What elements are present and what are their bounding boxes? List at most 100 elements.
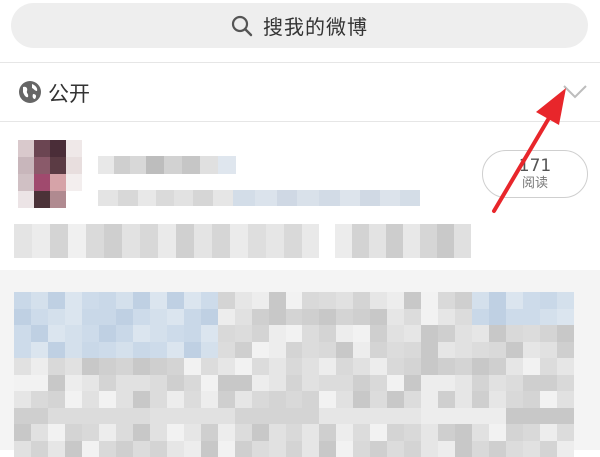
mosaic-cell [302,325,319,342]
mosaic-cell [336,441,353,457]
mosaic-cell [319,408,336,425]
mosaic-cell [455,375,472,392]
read-count-badge[interactable]: 171 阅读 [482,150,588,198]
mosaic-cell [557,358,574,375]
mosaic-cell [14,325,31,342]
mosaic-cell [353,424,370,441]
mosaic-cell [286,375,303,392]
mosaic-cell [302,441,319,457]
mosaic-cell [404,309,421,326]
mosaic-cell [404,391,421,408]
mosaic-cell [489,292,506,309]
mosaic-cell [489,408,506,425]
mosaic-cell [336,391,353,408]
mosaic-cell [455,342,472,359]
mosaic-cell [523,441,540,457]
mosaic-cell [218,375,235,392]
mosaic-cell [201,424,218,441]
mosaic-cell [523,325,540,342]
visibility-selector[interactable]: 公开 [0,63,600,121]
mosaic-cell [455,292,472,309]
mosaic-cell [319,342,336,359]
mosaic-cell [31,342,48,359]
mosaic-cell [65,375,82,392]
mosaic-cell [150,325,167,342]
mosaic-cell [387,441,404,457]
avatar[interactable] [18,140,82,208]
mosaic-cell [438,391,455,408]
mosaic-cell [252,391,269,408]
mosaic-cell [184,358,201,375]
mosaic-cell [438,424,455,441]
mosaic-cell [489,391,506,408]
mosaic-cell [65,325,82,342]
username-blurred[interactable] [98,156,236,174]
mosaic-cell [421,408,438,425]
mosaic-cell [48,375,65,392]
mosaic-cell [184,325,201,342]
mosaic-cell [506,358,523,375]
mosaic-cell [336,325,353,342]
search-bar[interactable]: 搜我的微博 [11,3,588,48]
mosaic-cell [14,358,31,375]
mosaic-cell [421,309,438,326]
mosaic-cell [472,424,489,441]
mosaic-cell [150,342,167,359]
mosaic-cell [421,325,438,342]
mosaic-cell [319,424,336,441]
mosaic-cell [319,375,336,392]
mosaic-cell [540,342,557,359]
mosaic-cell [65,391,82,408]
mosaic-cell [201,441,218,457]
mosaic-cell [370,375,387,392]
mosaic-cell [540,408,557,425]
mosaic-cell [421,292,438,309]
post-meta-blurred [98,190,420,206]
mosaic-cell [218,342,235,359]
mosaic-cell [455,358,472,375]
mosaic-cell [353,309,370,326]
mosaic-cell [82,358,99,375]
mosaic-cell [184,408,201,425]
mosaic-cell [472,325,489,342]
mosaic-cell [353,342,370,359]
mosaic-cell [116,441,133,457]
mosaic-cell [472,358,489,375]
mosaic-cell [489,325,506,342]
mosaic-cell [557,408,574,425]
visibility-label: 公开 [48,78,90,108]
mosaic-cell [133,325,150,342]
mosaic-cell [286,441,303,457]
mosaic-cell [387,292,404,309]
mosaic-cell [218,391,235,408]
mosaic-cell [167,375,184,392]
mosaic-cell [252,358,269,375]
mosaic-cell [99,391,116,408]
mosaic-cell [133,342,150,359]
search-area: 搜我的微博 [0,0,600,62]
mosaic-cell [336,342,353,359]
mosaic-cell [31,424,48,441]
mosaic-cell [235,424,252,441]
mosaic-cell [184,391,201,408]
mosaic-cell [404,408,421,425]
mosaic-cell [184,375,201,392]
mosaic-cell [387,342,404,359]
mosaic-cell [167,292,184,309]
mosaic-cell [387,408,404,425]
mosaic-cell [421,375,438,392]
mosaic-cell [302,424,319,441]
mosaic-cell [99,408,116,425]
mosaic-cell [319,391,336,408]
mosaic-cell [336,309,353,326]
mosaic-cell [286,391,303,408]
mosaic-cell [353,391,370,408]
mosaic-cell [523,309,540,326]
mosaic-cell [150,441,167,457]
chevron-down-icon[interactable] [562,84,588,104]
mosaic-cell [540,441,557,457]
mosaic-cell [48,391,65,408]
mosaic-cell [167,325,184,342]
mosaic-cell [506,325,523,342]
mosaic-cell [150,391,167,408]
